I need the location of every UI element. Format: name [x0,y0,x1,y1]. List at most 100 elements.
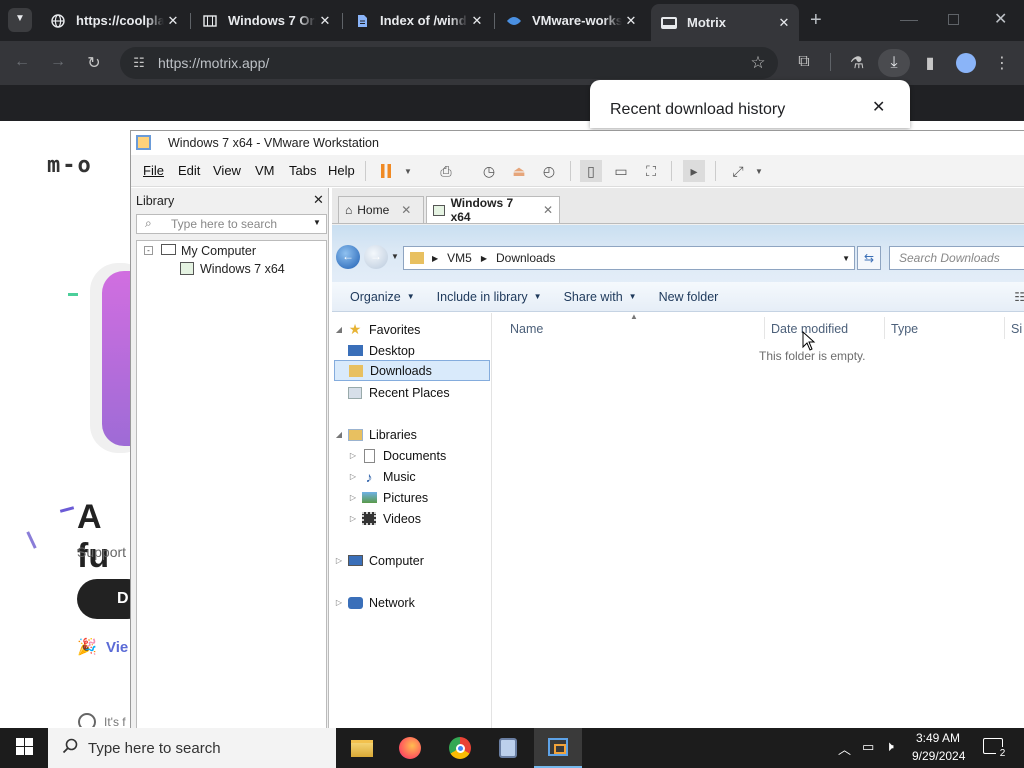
close-library-icon[interactable]: ✕ [313,192,324,208]
close-popup-icon[interactable]: ✕ [872,97,885,117]
breadcrumb-vm5[interactable]: VM5 [447,251,472,265]
tab-title: Windows 7 Ori [228,13,316,28]
download-icon[interactable]: ⤓ [878,49,910,77]
profile-avatar-icon[interactable] [956,53,976,73]
nav-network[interactable]: ▷ Network [332,592,492,613]
browser-tab[interactable]: https://coolpla ✕ [40,6,188,35]
column-type[interactable]: Type [891,322,918,336]
taskbar-search-box[interactable]: Type here to search [48,728,336,768]
stretch-dropdown-icon[interactable]: ▼ [748,160,770,182]
reload-icon[interactable]: ↻ [80,53,108,73]
forward-button[interactable]: → [364,245,388,269]
tab-windows-7-x64[interactable]: Windows 7 x64 ✕ [426,196,560,224]
suspend-icon[interactable] [375,160,397,182]
nav-desktop[interactable]: Desktop [332,340,492,361]
nav-pictures[interactable]: ▷ Pictures [332,487,492,508]
recent-pages-icon[interactable]: ▼ [391,252,399,261]
close-window-icon[interactable]: ✕ [994,9,1007,29]
taskbar-date[interactable]: 9/29/2024 [912,749,965,763]
labs-flask-icon[interactable]: ⚗ [843,53,871,73]
include-in-library-menu[interactable]: Include in library ▼ [437,290,542,304]
full-screen-icon[interactable]: ⛶ [640,160,662,182]
url-text[interactable]: https://motrix.app/ [158,55,738,71]
nav-libraries[interactable]: ◢ Libraries [332,424,492,445]
network-tray-icon[interactable]: ▭ [862,739,874,755]
menu-view[interactable]: View [213,163,241,178]
close-tab-icon[interactable]: ✕ [164,13,182,29]
browser-tab[interactable]: Windows 7 Ori ✕ [192,6,340,35]
close-tab-icon[interactable]: ✕ [468,13,486,29]
new-folder-button[interactable]: New folder [659,290,719,304]
view-options-icon[interactable]: ☷ [1014,290,1024,304]
revert-snapshot-icon[interactable]: ⏏ [508,160,530,182]
minimize-icon[interactable] [900,20,918,21]
more-menu-icon[interactable]: ⋮ [988,53,1016,73]
nav-downloads[interactable]: Downloads [334,360,490,381]
close-tab-icon[interactable]: ✕ [401,203,411,217]
close-tab-icon[interactable]: ✕ [316,13,334,29]
library-search-input[interactable]: ⌕ Type here to search ▼ [136,214,327,234]
suspend-dropdown-icon[interactable]: ▼ [397,160,419,182]
vmware-taskbar-icon[interactable] [534,728,582,768]
show-library-icon[interactable]: ▯ [580,160,602,182]
snapshot-icon[interactable]: ◷ [478,160,500,182]
start-button[interactable] [0,728,48,768]
menu-tabs[interactable]: Tabs [289,163,316,178]
nav-computer[interactable]: ▷ Computer [332,550,492,571]
nav-recent-places[interactable]: Recent Places [332,382,492,403]
send-ctrl-alt-del-icon[interactable]: ⎙ [435,160,457,182]
new-tab-icon[interactable]: + [810,9,822,32]
motrix-taskbar-icon[interactable] [484,728,532,768]
tab-search-button[interactable]: ▼ [8,8,32,32]
search-dropdown-icon[interactable]: ▼ [313,218,321,227]
nav-music[interactable]: ▷ ♪ Music [332,466,492,487]
menu-edit[interactable]: Edit [178,163,200,178]
view-link[interactable]: Vie [106,639,128,656]
stretch-guest-icon[interactable]: ⤢ [727,160,749,182]
address-bar[interactable]: ☷ https://motrix.app/ ☆ [120,47,778,79]
column-size[interactable]: Si [1011,322,1022,336]
chrome-taskbar-icon[interactable] [436,728,484,768]
browser-tab[interactable]: Index of /wind ✕ [344,6,492,35]
address-dropdown-icon[interactable]: ▼ [842,254,850,263]
site-info-icon[interactable]: ☷ [120,55,158,71]
menu-vm[interactable]: VM [255,163,275,178]
file-explorer-taskbar-icon[interactable] [338,728,386,768]
tree-root[interactable]: My Computer [181,244,256,258]
organize-menu[interactable]: Organize ▼ [350,290,415,304]
nav-documents[interactable]: ▷ Documents [332,445,492,466]
firefox-taskbar-icon[interactable] [386,728,434,768]
download-button[interactable]: D [77,579,132,619]
refresh-button[interactable]: ⇆ [857,246,881,270]
tab-home[interactable]: ⌂ Home ✕ [338,196,424,223]
bookmark-star-icon[interactable]: ☆ [738,53,778,73]
forward-arrow-icon[interactable]: → [44,53,72,71]
console-view-icon[interactable]: ▸ [683,160,705,182]
menu-help[interactable]: Help [328,163,355,178]
close-tab-icon[interactable]: ✕ [622,13,640,29]
snapshot-manager-icon[interactable]: ◴ [538,160,560,182]
collapse-icon[interactable]: - [144,246,153,255]
browser-tab-active[interactable]: Motrix ✕ [651,4,799,41]
extensions-icon[interactable]: ⧉ [790,53,818,71]
nav-videos[interactable]: ▷ Videos [332,508,492,529]
address-box[interactable]: ▶ VM5 ▶ Downloads ▼ [403,246,855,270]
column-name[interactable]: Name [510,322,543,336]
back-button[interactable]: ← [336,245,360,269]
nav-favorites[interactable]: ◢ ★ Favorites [332,319,492,340]
browser-tab[interactable]: VMware-works ✕ [496,6,646,35]
thumbnail-bar-icon[interactable]: ▭ [610,160,632,182]
show-hidden-icons-icon[interactable]: ︿ [838,739,851,758]
taskbar-time[interactable]: 3:49 AM [916,731,960,745]
menu-file[interactable]: File [143,163,164,178]
close-tab-icon[interactable]: ✕ [775,15,793,31]
breadcrumb-downloads[interactable]: Downloads [496,251,555,265]
volume-muted-icon[interactable]: 🕨 [885,738,894,755]
tree-vm[interactable]: Windows 7 x64 [200,262,285,276]
share-with-menu[interactable]: Share with ▼ [564,290,637,304]
back-arrow-icon[interactable]: ← [8,53,36,71]
explorer-search-input[interactable]: Search Downloads [889,246,1024,270]
side-panel-icon[interactable]: ▮ [916,53,944,73]
restore-icon[interactable] [948,14,959,25]
close-tab-icon[interactable]: ✕ [543,203,553,217]
